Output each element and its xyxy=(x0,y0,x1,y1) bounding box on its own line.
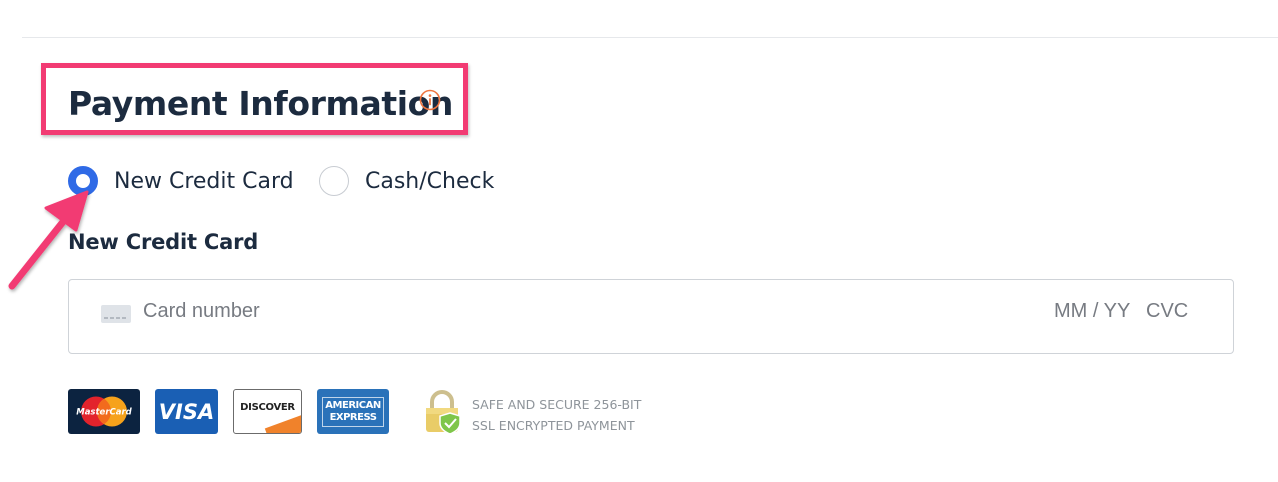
secure-payment-notice: SAFE AND SECURE 256-BIT SSL ENCRYPTED PA… xyxy=(472,394,641,436)
discover-logo: DISCOVER xyxy=(233,389,302,434)
padlock-shield-icon xyxy=(426,390,461,435)
secure-line-1: SAFE AND SECURE 256-BIT xyxy=(472,397,642,412)
radio-unselected-indicator[interactable] xyxy=(319,166,349,196)
card-section-heading: New Credit Card xyxy=(68,230,259,254)
card-number-input[interactable] xyxy=(143,300,743,323)
svg-text:MasterCard: MasterCard xyxy=(76,408,132,418)
amex-logo-line1: AMERICAN xyxy=(325,399,381,411)
radio-label-cash-check[interactable]: Cash/Check xyxy=(365,169,494,194)
visa-logo: VISA xyxy=(155,389,218,434)
secure-line-2: SSL ENCRYPTED PAYMENT xyxy=(472,418,635,433)
top-divider xyxy=(22,37,1278,38)
page-title: Payment Information xyxy=(68,84,453,123)
amex-logo-line2: EXPRESS xyxy=(329,411,377,423)
expiry-input[interactable] xyxy=(1054,300,1134,323)
amex-logo-frame: AMERICAN EXPRESS xyxy=(322,396,384,427)
radio-cash-check[interactable]: Cash/Check xyxy=(319,164,494,198)
mastercard-logo: MasterCard xyxy=(68,389,140,434)
radio-label-new-credit-card[interactable]: New Credit Card xyxy=(114,169,294,194)
card-input-field[interactable] xyxy=(68,279,1234,354)
mastercard-logo-graphic: MasterCard xyxy=(76,396,133,427)
credit-card-icon xyxy=(101,305,131,323)
info-icon[interactable] xyxy=(419,89,441,111)
cvc-input[interactable] xyxy=(1146,300,1206,323)
discover-logo-text: DISCOVER xyxy=(240,402,295,413)
discover-orange-stripe xyxy=(264,414,301,433)
amex-logo: AMERICAN EXPRESS xyxy=(317,389,389,434)
visa-logo-text: VISA xyxy=(158,399,215,424)
